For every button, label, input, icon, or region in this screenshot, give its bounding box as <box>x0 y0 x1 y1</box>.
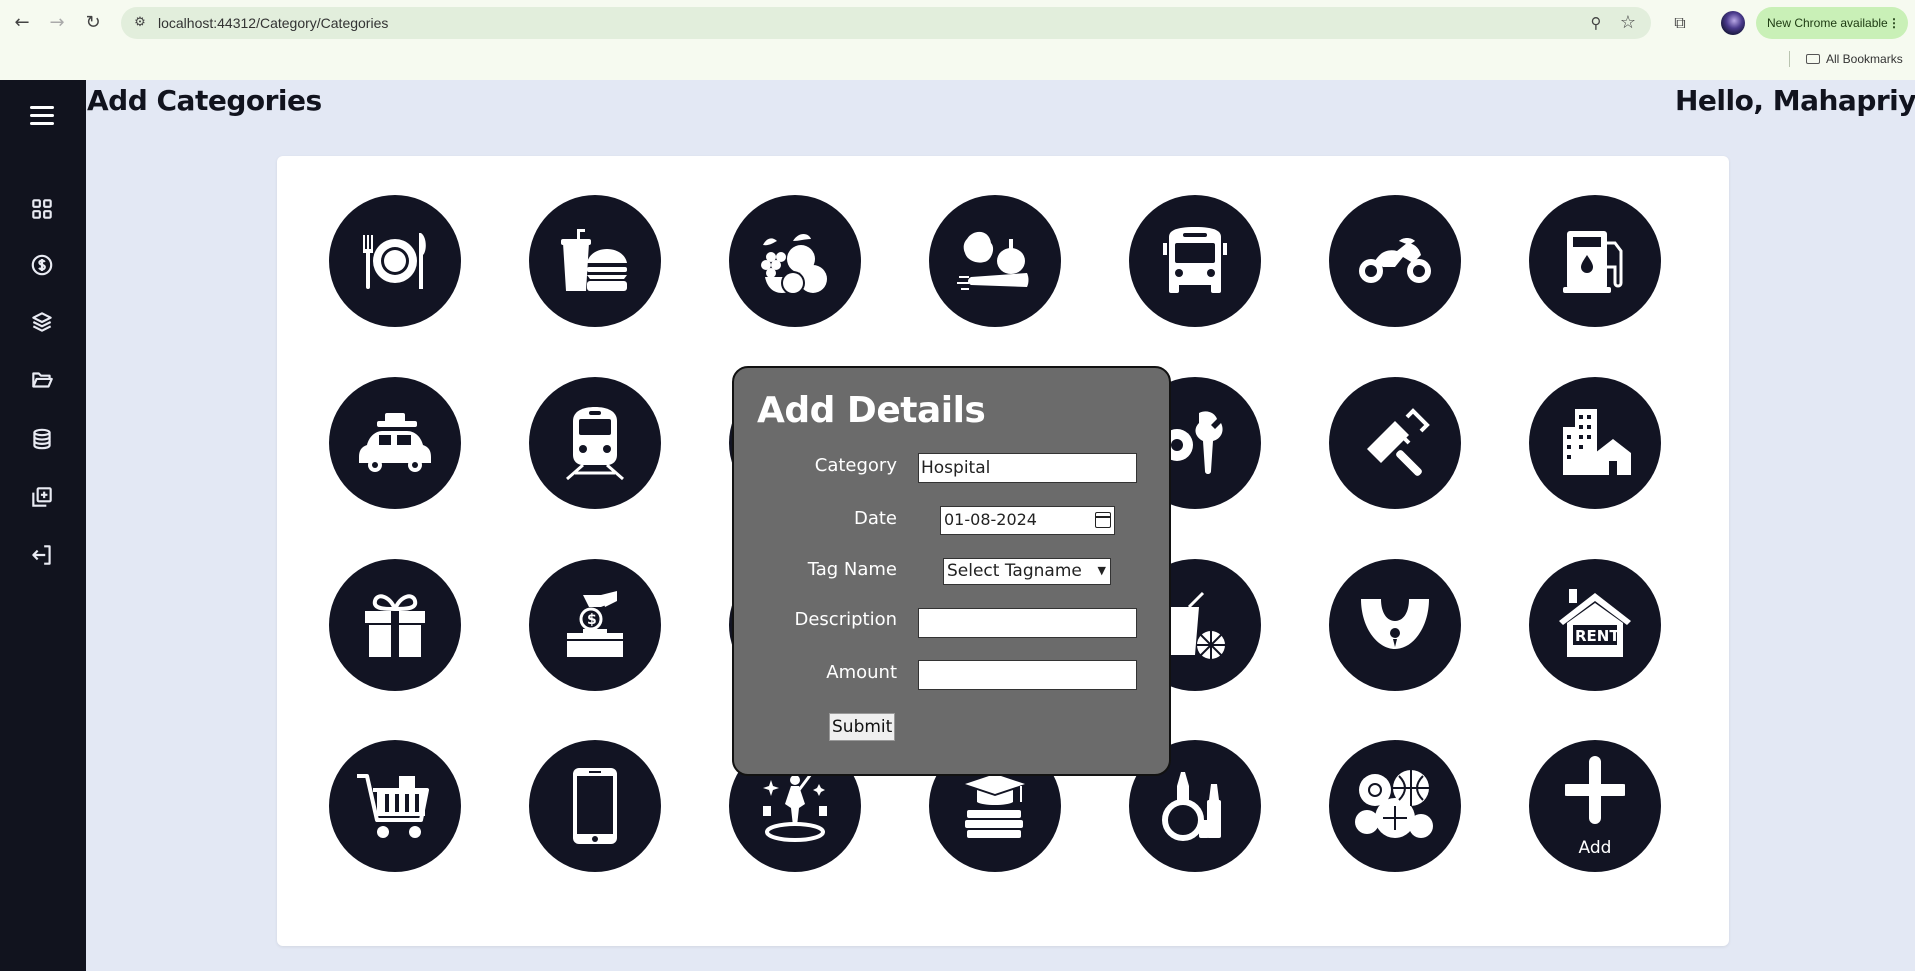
add-category-label: Add <box>1578 838 1612 858</box>
amount-input[interactable] <box>918 660 1137 690</box>
folder-icon <box>1806 54 1820 64</box>
category-fast-food-button[interactable] <box>529 195 661 327</box>
date-value: 01-08-2024 <box>944 510 1037 529</box>
category-motorcycle-button[interactable] <box>1329 195 1461 327</box>
kebab-menu-icon[interactable]: ⋮ <box>1888 7 1900 39</box>
database-icon[interactable] <box>29 426 55 452</box>
description-label: Description <box>794 609 897 630</box>
add-box-icon[interactable] <box>29 484 55 510</box>
add-category-button[interactable]: Add <box>1529 740 1661 872</box>
calendar-icon[interactable] <box>1095 512 1111 528</box>
user-greeting: Hello, Mahapriya <box>1675 84 1915 117</box>
car-travel-icon <box>359 413 431 472</box>
category-car-travel-button[interactable] <box>329 377 461 509</box>
add-plus-icon <box>1565 756 1625 824</box>
category-bus-button[interactable] <box>1129 195 1261 327</box>
sports-balls-icon <box>1355 770 1433 838</box>
category-sports-button[interactable] <box>1329 740 1461 872</box>
category-fuel-button[interactable] <box>1529 195 1661 327</box>
date-label: Date <box>853 508 897 529</box>
buildings-icon <box>1563 409 1631 475</box>
description-input[interactable] <box>918 608 1137 638</box>
category-donation-button[interactable]: $ <box>529 559 661 691</box>
folder-open-icon[interactable] <box>29 367 55 393</box>
sidebar <box>0 80 86 971</box>
category-paint-button[interactable] <box>1329 377 1461 509</box>
necklace-icon <box>1361 599 1429 649</box>
education-icon <box>965 774 1025 838</box>
modal-title: Add Details <box>757 390 986 431</box>
tag-name-value: Select Tagname <box>947 561 1082 581</box>
category-vegetables-button[interactable] <box>929 195 1061 327</box>
donation-icon: $ <box>567 591 623 657</box>
dashboard-grid-icon[interactable] <box>29 196 55 222</box>
page-title: Add Categories <box>87 84 322 117</box>
bookmark-separator <box>1789 51 1790 67</box>
fuel-pump-icon <box>1563 231 1623 293</box>
rent-house-icon: RENT <box>1559 589 1631 657</box>
category-label: Category <box>814 455 897 476</box>
zoom-icon[interactable]: ⚲ <box>1585 12 1607 34</box>
fast-food-icon <box>561 229 627 291</box>
category-rent-button[interactable]: RENT <box>1529 559 1661 691</box>
fruits-icon <box>761 234 827 295</box>
rent-text: RENT <box>1575 627 1620 645</box>
logout-icon[interactable] <box>29 542 55 568</box>
layers-icon[interactable] <box>29 309 55 335</box>
category-shopping-button[interactable] <box>329 740 461 872</box>
category-dining-button[interactable] <box>329 195 461 327</box>
all-bookmarks-label: All Bookmarks <box>1826 52 1903 66</box>
category-jewelry-button[interactable] <box>1329 559 1461 691</box>
tag-name-select[interactable]: Select Tagname ▼ <box>943 558 1111 585</box>
amount-label: Amount <box>826 662 897 683</box>
shopping-cart-icon <box>357 774 429 838</box>
extensions-icon[interactable]: ⧉ <box>1668 11 1692 35</box>
category-gift-button[interactable] <box>329 559 461 691</box>
submit-button[interactable]: Submit <box>829 713 896 741</box>
category-mobile-button[interactable] <box>529 740 661 872</box>
category-input[interactable]: Hospital <box>918 453 1137 483</box>
tag-name-label: Tag Name <box>807 559 897 580</box>
vegetables-icon <box>957 231 1029 290</box>
svg-text:$: $ <box>587 612 597 628</box>
reload-icon[interactable]: ↻ <box>82 12 104 34</box>
all-bookmarks[interactable]: All Bookmarks <box>1806 50 1903 68</box>
cosmetics-icon <box>1162 772 1221 841</box>
category-fruits-button[interactable] <box>729 195 861 327</box>
browser-chrome: ← → ↻ ⚙ localhost:44312/Category/Categor… <box>0 0 1915 80</box>
dollar-coin-icon[interactable] <box>29 252 55 278</box>
url-text[interactable]: localhost:44312/Category/Categories <box>158 7 388 39</box>
chevron-down-icon: ▼ <box>1097 564 1106 577</box>
paint-roller-icon <box>1367 408 1430 476</box>
category-train-button[interactable] <box>529 377 661 509</box>
train-icon <box>566 407 624 481</box>
hamburger-menu-icon[interactable] <box>30 106 54 126</box>
bookmark-star-icon[interactable]: ☆ <box>1617 12 1639 34</box>
motorcycle-icon <box>1359 238 1431 283</box>
date-input[interactable]: 01-08-2024 <box>940 506 1115 535</box>
dining-plate-icon <box>363 233 426 289</box>
add-details-modal: Add Details Category Hospital Date 01-08… <box>732 366 1171 776</box>
gift-icon <box>365 594 425 657</box>
site-info-icon[interactable]: ⚙ <box>129 12 151 34</box>
profile-avatar[interactable] <box>1721 11 1745 35</box>
bus-icon <box>1163 227 1227 293</box>
back-icon[interactable]: ← <box>11 12 33 34</box>
new-chrome-label: New Chrome available <box>1767 16 1888 30</box>
mobile-phone-icon <box>573 768 617 844</box>
address-bar[interactable]: ⚙ localhost:44312/Category/Categories ⚲ … <box>121 7 1651 39</box>
category-buildings-button[interactable] <box>1529 377 1661 509</box>
forward-icon[interactable]: → <box>46 12 68 34</box>
new-chrome-button[interactable]: New Chrome available ⋮ <box>1756 7 1908 39</box>
entertainment-icon <box>763 773 827 842</box>
